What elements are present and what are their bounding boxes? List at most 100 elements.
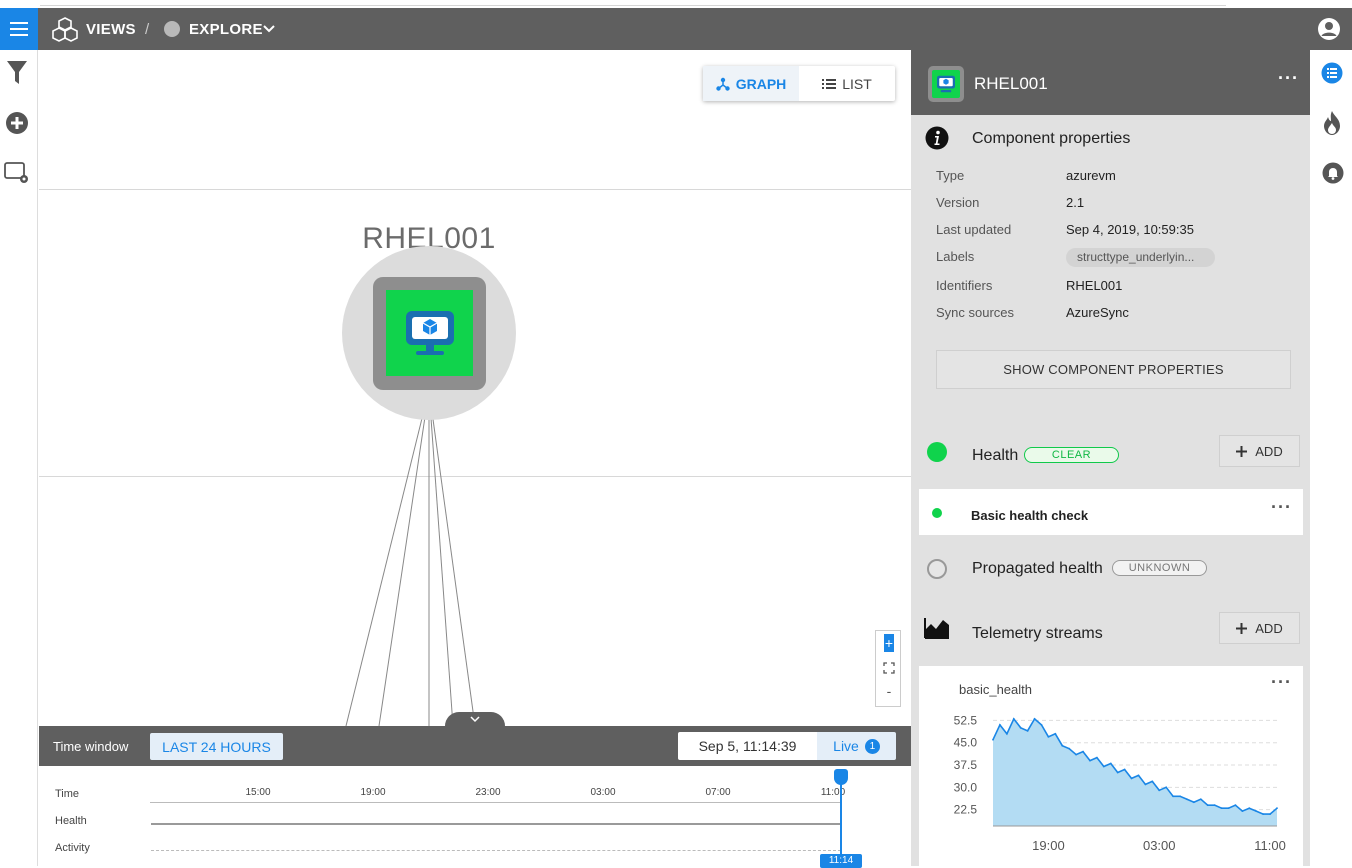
component-node-box[interactable] — [373, 277, 486, 390]
data-point — [1089, 759, 1091, 762]
cubes-icon — [52, 17, 78, 42]
x-tick-label: 19:00 — [1032, 838, 1065, 853]
health-title: Health — [972, 447, 1019, 464]
chevron-down-icon[interactable] — [263, 24, 275, 34]
zoom-controls: + - — [875, 630, 901, 707]
y-tick-label: 37.5 — [954, 758, 978, 772]
data-point — [1151, 780, 1154, 783]
data-point — [1172, 795, 1174, 798]
health-check-card[interactable]: Basic health check ··· — [919, 489, 1303, 535]
view-settings-icon[interactable] — [4, 162, 30, 184]
telemetry-stream-card[interactable]: basic_health ··· 52.5 45.0 37.5 30.0 22.5 19:… — [919, 666, 1303, 866]
propagated-health-title: Propagated health — [972, 560, 1103, 577]
data-point — [1213, 804, 1216, 807]
zoom-out-button[interactable]: - — [884, 683, 894, 699]
x-tick-label: 11:00 — [1254, 838, 1286, 853]
property-value: azurevm — [1066, 168, 1116, 183]
area-fill — [993, 718, 1277, 826]
view-status-dot — [164, 21, 180, 37]
health-check-status-dot — [932, 508, 942, 518]
propagated-health-dot — [927, 559, 947, 579]
add-label: ADD — [1255, 620, 1283, 636]
left-toolbar — [0, 50, 38, 866]
y-tick-label: 22.5 — [954, 803, 978, 817]
right-toolbar — [1310, 50, 1352, 866]
data-point — [1102, 765, 1105, 768]
data-point — [1262, 813, 1265, 816]
menu-button[interactable] — [0, 8, 38, 50]
explore-dropdown[interactable]: EXPLORE — [189, 21, 263, 38]
telemetry-chart-icon — [924, 618, 949, 639]
property-key: Sync sources — [936, 305, 1015, 320]
data-point — [1199, 798, 1202, 801]
timeline[interactable]: Time Health Activity 15:00 19:00 23:00 0… — [39, 766, 911, 868]
time-tick: 19:00 — [360, 787, 386, 798]
property-key: Version — [936, 195, 980, 210]
time-range-button[interactable]: LAST 24 HOURS — [150, 733, 283, 760]
data-point — [1206, 804, 1209, 807]
time-tick: 07:00 — [705, 787, 731, 798]
views-link[interactable]: VIEWS — [86, 21, 136, 38]
data-point — [1019, 726, 1022, 729]
data-point — [1241, 810, 1244, 813]
data-point — [1061, 744, 1064, 747]
property-key: Identifiers — [936, 278, 993, 293]
data-point — [1179, 795, 1181, 798]
stream-name: basic_health — [959, 682, 1032, 697]
notification-bell-icon[interactable] — [1322, 162, 1344, 184]
health-check-name: Basic health check — [971, 508, 1089, 523]
current-time-button[interactable]: Sep 5, 11:14:39 — [678, 732, 817, 760]
stream-more-button[interactable]: ··· — [1271, 672, 1292, 693]
data-point — [1033, 718, 1036, 720]
time-tick: 11:00 — [820, 787, 846, 798]
data-point — [1026, 729, 1029, 732]
data-point — [1047, 735, 1050, 738]
time-tick: 03:00 — [590, 787, 616, 798]
data-point — [1082, 750, 1084, 753]
data-point — [1255, 810, 1258, 813]
timeline-row-label: Health — [55, 815, 87, 827]
data-point — [1068, 747, 1071, 750]
y-tick-label: 52.5 — [954, 713, 978, 727]
virtual-machine-icon — [405, 311, 454, 355]
time-cursor-handle[interactable] — [834, 769, 848, 785]
data-point — [1276, 807, 1278, 810]
properties-title: Component properties — [972, 130, 1131, 147]
panel-more-button[interactable]: ··· — [1278, 68, 1299, 89]
data-point — [1269, 813, 1271, 816]
label-chip[interactable]: structtype_underlyin... — [1066, 248, 1215, 267]
graph-canvas[interactable]: GRAPH LIST RHEL001 + - — [39, 50, 911, 728]
property-value: AzureSync — [1066, 305, 1129, 320]
data-point — [1109, 762, 1112, 765]
fit-screen-icon[interactable] — [883, 662, 895, 674]
timeline-row-label: Activity — [55, 842, 90, 854]
add-telemetry-button[interactable]: ADD — [1219, 612, 1300, 644]
add-circle-icon[interactable] — [5, 111, 29, 135]
property-value: RHEL001 — [1066, 278, 1123, 293]
data-point — [1137, 774, 1140, 777]
y-tick-label: 45.0 — [954, 736, 978, 750]
show-component-properties-button[interactable]: SHOW COMPONENT PROPERTIES — [936, 350, 1291, 389]
property-value: Sep 4, 2019, 10:59:35 — [1066, 222, 1194, 237]
properties-list-icon[interactable] — [1321, 62, 1343, 84]
breadcrumb-separator: / — [145, 21, 150, 38]
data-point — [1144, 783, 1147, 786]
live-button[interactable]: Live 1 — [817, 732, 896, 760]
property-key: Labels — [936, 249, 975, 264]
property-key: Type — [936, 168, 965, 183]
add-health-button[interactable]: ADD — [1219, 435, 1300, 467]
zoom-in-button[interactable]: + — [884, 634, 894, 652]
time-axis-line — [150, 802, 840, 803]
flame-icon[interactable] — [1322, 110, 1342, 136]
data-point — [999, 723, 1001, 726]
timeline-row-label: Time — [55, 788, 80, 800]
component-details-panel: RHEL001 ··· Component properties Type az… — [911, 50, 1310, 866]
user-account-icon[interactable] — [1317, 17, 1341, 41]
health-check-more-button[interactable]: ··· — [1271, 497, 1292, 518]
time-window-bar: Time window LAST 24 HOURS Sep 5, 11:14:3… — [39, 726, 911, 766]
hamburger-icon — [10, 22, 28, 36]
data-point — [1186, 798, 1188, 801]
plus-icon — [1236, 445, 1248, 457]
panel-title: RHEL001 — [974, 74, 1048, 93]
filter-icon[interactable] — [6, 60, 28, 86]
